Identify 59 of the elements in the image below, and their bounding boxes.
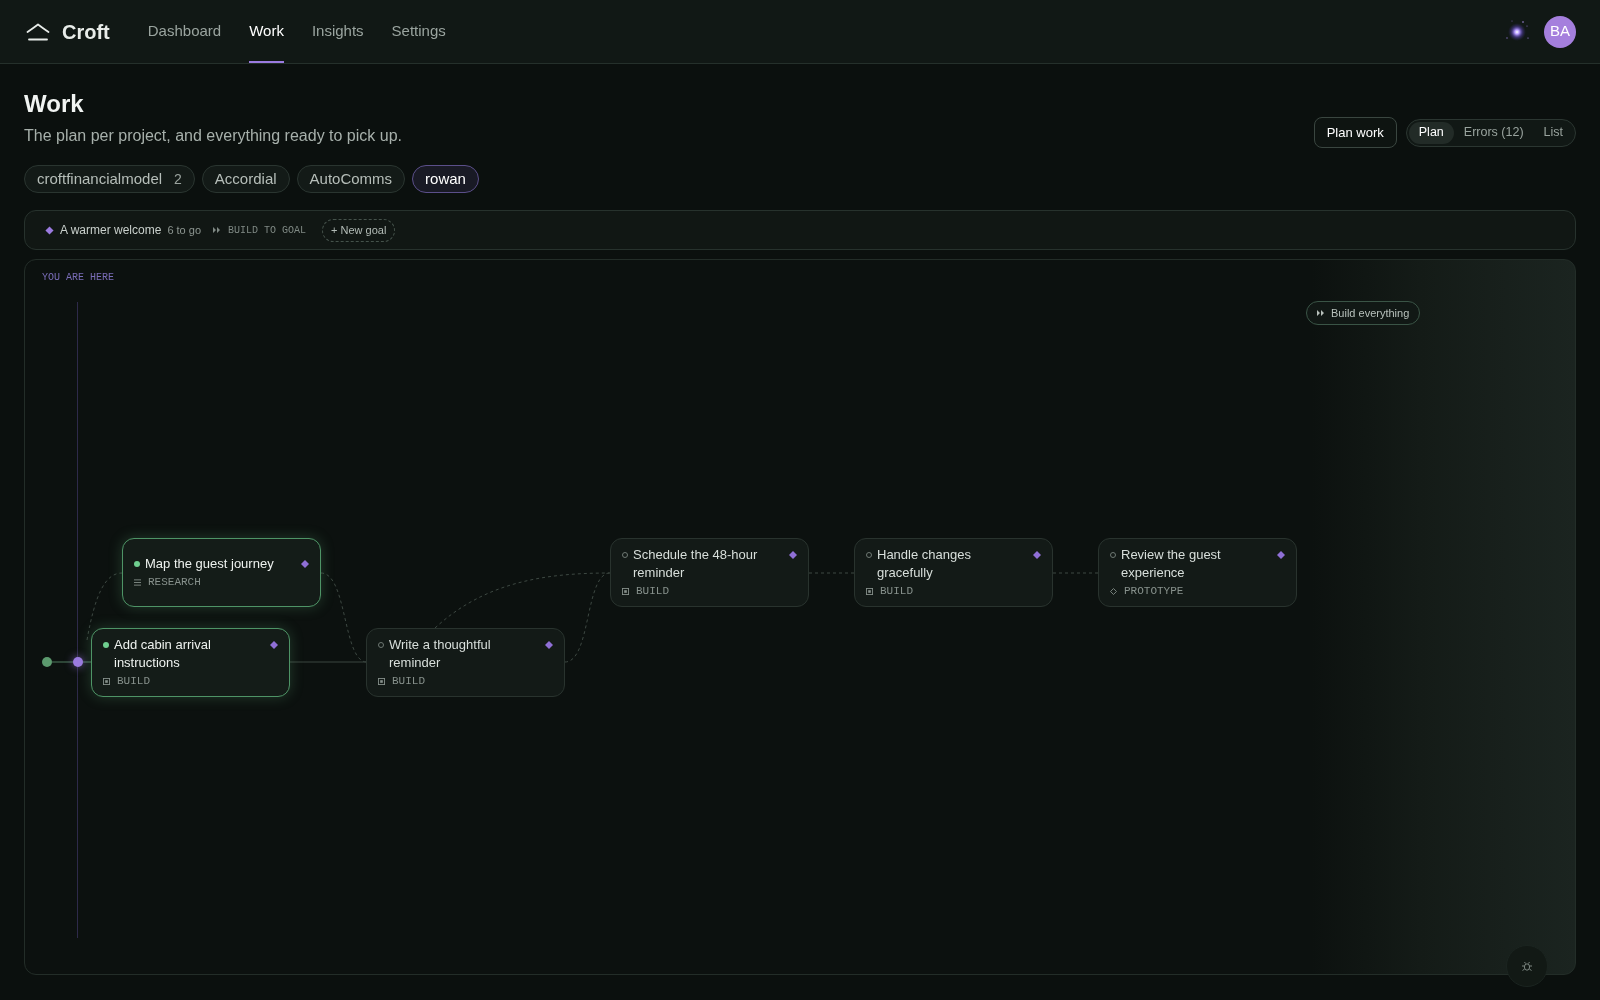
diamond-icon [545, 640, 553, 649]
you-are-here-label: YOU ARE HERE [42, 271, 114, 285]
diamond-icon [270, 640, 278, 649]
nav-tab[interactable]: Settings [391, 0, 446, 63]
view-tab[interactable]: Errors (12) [1453, 121, 1534, 144]
square-icon [378, 678, 385, 685]
logo-icon [26, 22, 50, 41]
build-everything-button[interactable]: Build everything [1306, 301, 1421, 325]
task-type-label: PROTOTYPE [1124, 584, 1184, 600]
nav-tab[interactable]: Work [249, 0, 284, 63]
task-title: Schedule the 48-hour reminder [633, 545, 759, 582]
position-marker-icon [73, 657, 83, 667]
start-node-icon [42, 657, 52, 667]
connector [51, 661, 92, 663]
fast-forward-icon [1317, 310, 1324, 316]
project-chip[interactable]: Accordial [201, 165, 290, 193]
task-card[interactable]: Write a thoughtful reminder BUILD [366, 628, 565, 697]
plan-work-button[interactable]: Plan work [1313, 117, 1397, 148]
nav-tab[interactable]: Insights [311, 0, 364, 63]
bug-icon [1521, 960, 1533, 972]
square-icon [103, 678, 110, 685]
diamond-icon [1033, 550, 1041, 559]
square-icon [866, 588, 873, 595]
task-title: Handle changes gracefully [877, 545, 972, 582]
square-icon [622, 588, 629, 595]
page-subtitle: The plan per project, and everything ready to pick up. [24, 126, 402, 146]
task-title: Add cabin arrival instructions [114, 635, 212, 672]
diamond-icon [301, 559, 309, 568]
task-title: Map the guest journey [145, 554, 275, 573]
view-tab[interactable]: List [1533, 121, 1573, 144]
diamond-icon [1277, 550, 1285, 559]
page-title: Work [24, 89, 85, 119]
build-to-goal-button[interactable]: BUILD TO GOAL [213, 222, 307, 238]
task-type-label: BUILD [392, 674, 425, 690]
task-card[interactable]: Map the guest journey RESEARCH [122, 538, 321, 607]
view-tab[interactable]: Plan [1408, 121, 1454, 144]
project-chip[interactable]: croftfinancialmodel 2 [24, 165, 195, 193]
fast-forward-icon [213, 227, 220, 233]
project-chip[interactable]: rowan [412, 165, 479, 193]
task-card[interactable]: Schedule the 48-hour reminder BUILD [610, 538, 809, 607]
task-title: Review the guest experience [1121, 545, 1222, 582]
connector [86, 572, 123, 641]
list-icon [134, 579, 141, 586]
diamond-icon [45, 225, 54, 235]
app-name: Croft [62, 19, 110, 45]
nav-tab[interactable]: Dashboard [147, 0, 222, 63]
project-chip[interactable]: AutoComms [296, 165, 406, 193]
task-type-label: BUILD [636, 584, 669, 600]
diamond-icon [789, 550, 797, 559]
task-card[interactable]: Review the guest experience PROTOTYPE [1098, 538, 1297, 607]
goal-title: A warmer welcome [60, 222, 162, 239]
task-title: Write a thoughtful reminder [389, 635, 492, 672]
task-type-label: BUILD [880, 584, 913, 600]
remaining-count: 6 to go [167, 222, 201, 238]
diamond-outline-icon [1110, 588, 1117, 595]
task-card[interactable]: Handle changes gracefully BUILD [854, 538, 1053, 607]
task-type-label: BUILD [117, 674, 150, 690]
task-type-label: RESEARCH [148, 575, 201, 591]
task-card[interactable]: Add cabin arrival instructions BUILD [91, 628, 290, 697]
